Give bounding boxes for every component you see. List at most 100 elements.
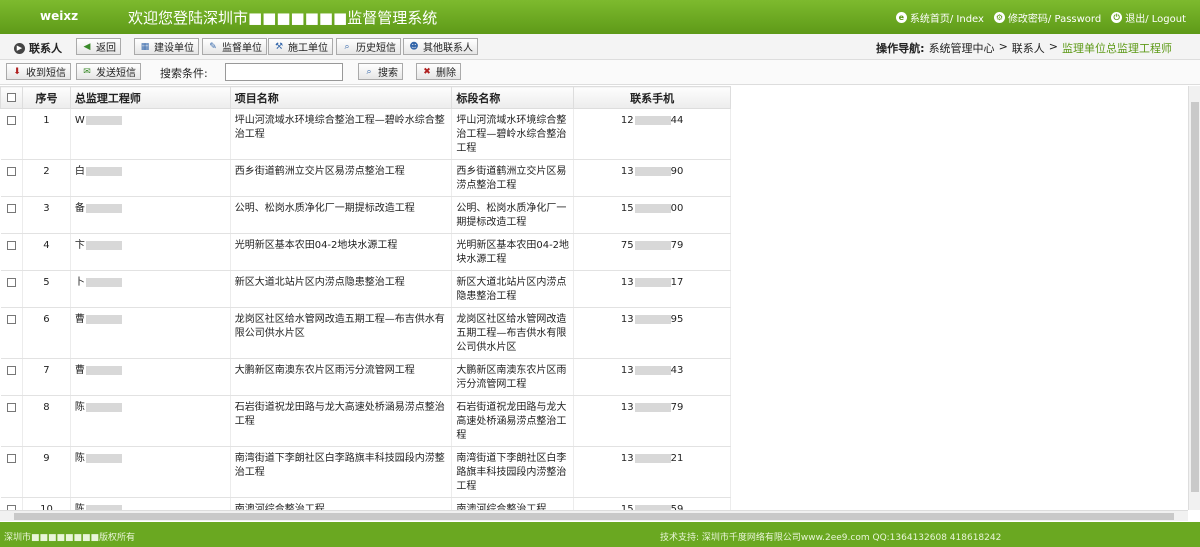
row-select-cell: [0, 159, 23, 197]
cell-phone: 12 44: [573, 108, 731, 160]
table-row[interactable]: 10 陈南澳河综合整治工程 南澳河综合整治工程 15 59: [0, 497, 731, 510]
toolbar-secondary: ⬇ 收到短信 ✉ 发送短信 搜索条件: ⌕ 搜索 ✖ 删除: [0, 60, 1200, 85]
select-all-checkbox[interactable]: [6, 92, 16, 102]
breadcrumb-item[interactable]: 联系人: [1012, 40, 1045, 56]
row-checkbox[interactable]: [6, 278, 16, 287]
cell-engineer: W: [70, 108, 231, 160]
cell-no: 6: [22, 307, 71, 359]
tab-sms-history[interactable]: ⌕ 历史短信: [336, 38, 401, 55]
delete-button[interactable]: ✖ 删除: [416, 63, 461, 80]
redacted-text: [634, 314, 671, 324]
row-checkbox[interactable]: [6, 204, 16, 213]
edit-icon: ✎: [209, 41, 217, 52]
back-button[interactable]: ◀ 返回: [76, 38, 121, 55]
phone-suffix: 95: [670, 314, 684, 325]
table-row[interactable]: 7 曹大鹏新区南澳东农片区雨污分流管网工程 大鹏新区南澳东农片区雨污分流管网工程 13…: [0, 358, 731, 396]
cell-phone: 75 79: [573, 233, 731, 271]
contacts-table: 序号 总监理工程师 项目名称 标段名称 联系手机 1 W 坪山河流域水环境综合整治工…: [0, 86, 731, 510]
phone-prefix: 13: [620, 277, 634, 288]
breadcrumb-item[interactable]: 系统管理中心: [929, 40, 995, 56]
breadcrumb-sep: >: [1048, 40, 1058, 53]
phone-prefix: 13: [620, 402, 634, 413]
engineer-name: 卜: [74, 277, 85, 288]
cell-engineer: 陈: [70, 497, 231, 510]
vertical-scrollbar[interactable]: [1188, 86, 1200, 510]
row-checkbox[interactable]: [6, 116, 16, 125]
search-button[interactable]: ⌕ 搜索: [358, 63, 403, 80]
row-checkbox[interactable]: [6, 315, 16, 324]
cell-section: 石岩街道祝龙田路与龙大高速处桥涵易涝点整治工程: [451, 395, 575, 447]
tab-other-contacts[interactable]: ☻ 其他联系人: [403, 38, 478, 55]
phone-prefix: 15: [620, 203, 634, 214]
cell-project: 西乡街道鹤洲立交片区易涝点整治工程: [230, 159, 453, 197]
breadcrumb-current: 监理单位总监理工程师: [1062, 42, 1172, 55]
users-icon: ☻: [409, 41, 419, 52]
table-row[interactable]: 9 陈 南湾街道下李朗社区白李路旗丰科技园段内涝整治工程 南湾街道下李朗社区白李路旗丰…: [0, 446, 731, 498]
row-checkbox[interactable]: [6, 403, 16, 412]
tech-support: 技术支持: 深圳市千度网络有限公司www.2ee9.com QQ:1364132…: [660, 533, 1002, 543]
tab-contractor-unit[interactable]: ⚒ 施工单位: [268, 38, 333, 55]
row-checkbox[interactable]: [6, 167, 16, 176]
table-row[interactable]: 8 陈 石岩街道祝龙田路与龙大高速处桥涵易涝点整治工程 石岩街道祝龙田路与龙大高速处桥…: [0, 395, 731, 447]
table-row[interactable]: 6 曹 龙岗区社区给水管网改造五期工程—布吉供水有限公司供水片区 龙岗区社区给水管网改…: [0, 307, 731, 359]
redacted-text: [634, 115, 671, 125]
cell-project: 大鹏新区南澳东农片区雨污分流管网工程: [230, 358, 453, 396]
row-select-cell: [0, 233, 23, 271]
engineer-name: 备: [74, 203, 85, 214]
col-header-section: 标段名称: [451, 86, 575, 109]
phone-prefix: 13: [620, 453, 634, 464]
phone-prefix: 13: [620, 365, 634, 376]
search-input[interactable]: [225, 63, 343, 81]
vertical-scroll-thumb[interactable]: [1191, 102, 1199, 492]
tab-label: 施工单位: [288, 43, 328, 54]
table-row[interactable]: 2 白 西乡街道鹤洲立交片区易涝点整治工程 西乡街道鹤洲立交片区易涝点整治工程 13 90: [0, 159, 731, 197]
engineer-name: 卞: [74, 240, 85, 251]
logout-link-label: 退出/ Logout: [1125, 14, 1186, 25]
cell-phone: 13 21: [573, 446, 731, 498]
cell-phone: 15 00: [573, 196, 731, 234]
tab-construction-unit[interactable]: ▦ 建设单位: [134, 38, 199, 55]
phone-suffix: 79: [670, 240, 684, 251]
received-sms-label: 收到短信: [26, 68, 66, 79]
send-icon: ✉: [83, 66, 91, 77]
tab-label: 建设单位: [154, 43, 194, 54]
phone-suffix: 44: [670, 115, 684, 126]
footer: 深圳市■■■■■■■■版权所有 技术支持: 深圳市千度网络有限公司www.2ee…: [0, 522, 1200, 547]
row-checkbox[interactable]: [6, 454, 16, 463]
password-link[interactable]: ⚙ 修改密码/ Password: [993, 10, 1101, 25]
cell-project: 光明新区基本农田04-2地块水源工程: [230, 233, 453, 271]
cell-section: 龙岗区社区给水管网改造五期工程—布吉供水有限公司供水片区: [451, 307, 575, 359]
logout-link[interactable]: ⏻ 退出/ Logout: [1111, 10, 1186, 25]
redacted-text: [85, 240, 122, 250]
cell-section: 大鹏新区南澳东农片区雨污分流管网工程: [451, 358, 575, 396]
cell-no: 1: [22, 108, 71, 160]
row-checkbox[interactable]: [6, 366, 16, 375]
cell-project: 公明、松岗水质净化厂一期提标改造工程: [230, 196, 453, 234]
index-link[interactable]: e 系统首页/ Index: [895, 10, 984, 25]
engineer-name: 陈: [74, 402, 85, 413]
cell-project: 南湾街道下李朗社区白李路旗丰科技园段内涝整治工程: [230, 446, 453, 498]
magnifier-icon: ⌕: [366, 66, 372, 77]
send-sms-label: 发送短信: [96, 68, 136, 79]
table-row[interactable]: 1 W 坪山河流域水环境综合整治工程—碧岭水综合整治工程 坪山河流域水环境综合整治工程…: [0, 108, 731, 160]
tab-supervision-unit[interactable]: ✎ 监督单位: [202, 38, 267, 55]
col-header-engineer: 总监理工程师: [69, 86, 231, 109]
table-row[interactable]: 3 备公明、松岗水质净化厂一期提标改造工程 公明、松岗水质净化厂一期提标改造工程 15…: [0, 196, 731, 234]
e-icon: e: [895, 12, 907, 23]
search-icon: ⌕: [344, 41, 350, 52]
received-sms-button[interactable]: ⬇ 收到短信: [6, 63, 71, 80]
table-row[interactable]: 5 卜 新区大道北站片区内涝点隐患整治工程 新区大道北站片区内涝点隐患整治工程 13 17: [0, 270, 731, 308]
gear-icon: ⚙: [993, 12, 1005, 23]
send-sms-button[interactable]: ✉ 发送短信: [76, 63, 141, 80]
cell-no: 3: [22, 196, 71, 234]
horizontal-scroll-thumb[interactable]: [14, 513, 1174, 520]
tools-icon: ⚒: [274, 41, 284, 52]
table-row[interactable]: 4 卞光明新区基本农田04-2地块水源工程 光明新区基本农田04-2地块水源工程 75…: [0, 233, 731, 271]
horizontal-scrollbar[interactable]: [0, 510, 1188, 521]
tab-label: 历史短信: [356, 43, 396, 54]
delete-button-label: 删除: [436, 68, 456, 79]
row-checkbox[interactable]: [6, 241, 16, 250]
power-icon: ⏻: [1111, 12, 1123, 23]
phone-suffix: 00: [670, 203, 684, 214]
redacted-text: [85, 203, 122, 213]
